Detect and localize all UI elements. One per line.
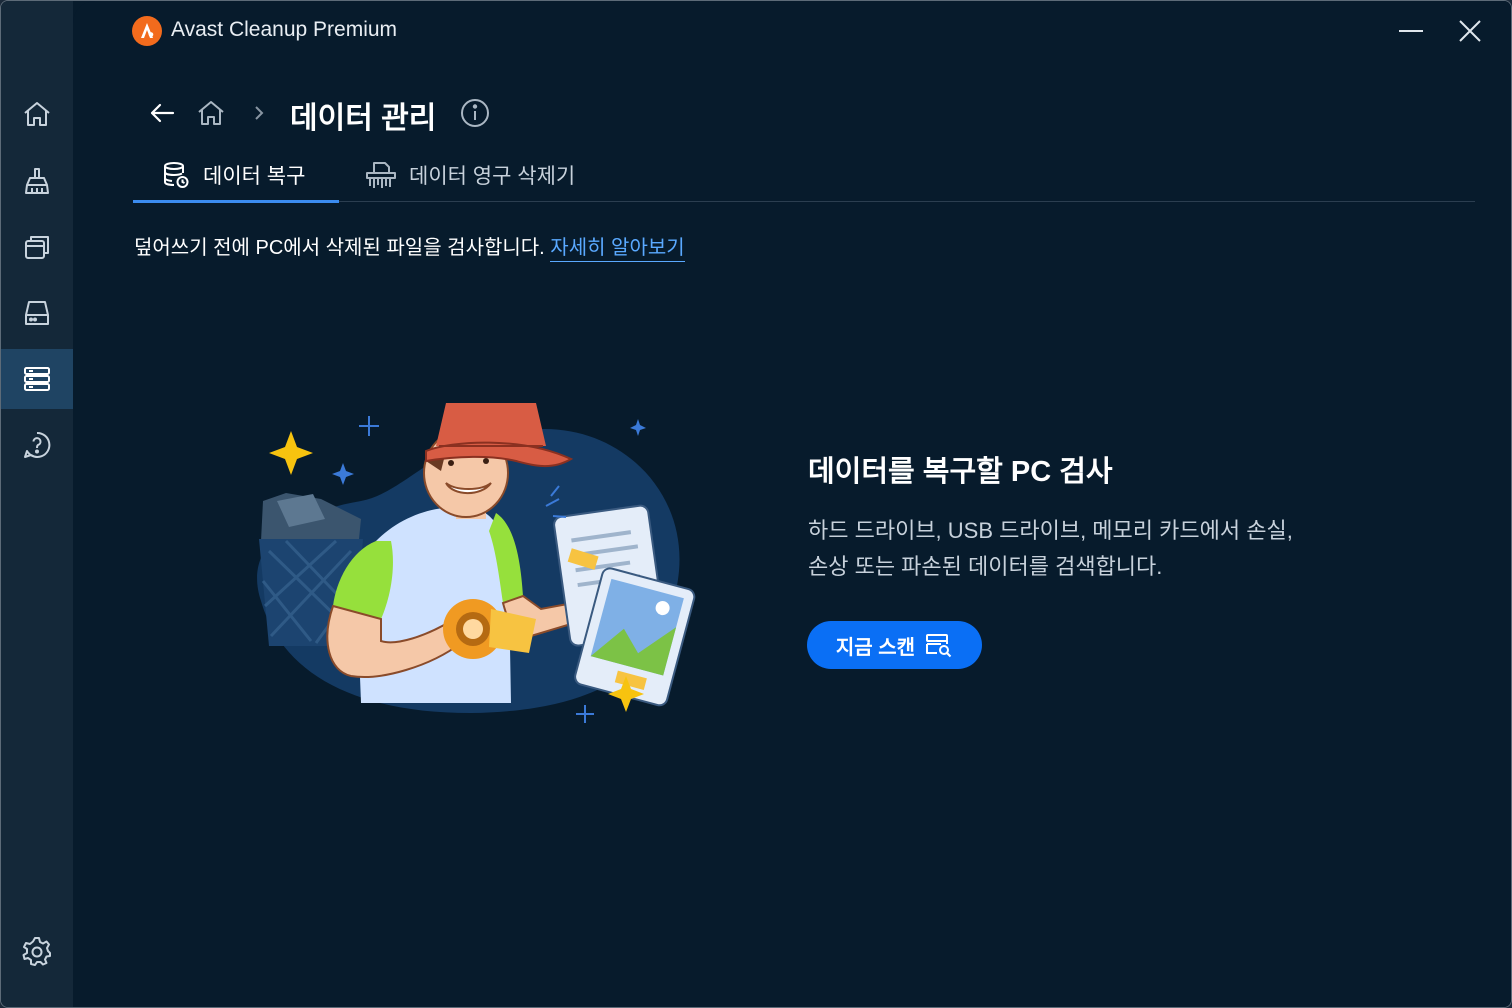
windows-stack-icon xyxy=(25,236,49,259)
description: 덮어쓰기 전에 PC에서 삭제된 파일을 검사합니다. 자세히 알아보기 xyxy=(134,231,685,262)
scan-now-label: 지금 스캔 xyxy=(835,636,916,659)
headline: 데이터를 복구할 PC 검사 xyxy=(808,456,1113,488)
chevron-right-icon xyxy=(255,106,264,120)
info-icon xyxy=(461,99,489,127)
sidebar-item-data-management[interactable] xyxy=(1,349,73,409)
shredder-icon xyxy=(366,162,396,188)
tab-data-shredder[interactable]: 데이터 영구 삭제기 xyxy=(365,147,575,203)
broom-icon xyxy=(25,168,49,194)
home-icon xyxy=(198,101,224,125)
breadcrumb-separator xyxy=(251,93,267,133)
body-text: 하드 드라이브, USB 드라이브, 메모리 카드에서 손실, 손상 또는 파손… xyxy=(808,513,1408,585)
description-text: 덮어쓰기 전에 PC에서 삭제된 파일을 검사합니다. xyxy=(134,237,545,259)
tab-data-recovery[interactable]: 데이터 복구 xyxy=(161,147,305,203)
page-title: 데이터 관리 xyxy=(290,102,437,135)
data-recovery-illustration xyxy=(257,403,696,723)
breadcrumb-home[interactable] xyxy=(195,93,227,133)
tab-label: 데이터 영구 삭제기 xyxy=(409,165,576,188)
learn-more-link[interactable]: 자세히 알아보기 xyxy=(550,237,685,262)
sidebar-item-drive[interactable] xyxy=(1,283,73,343)
sidebar-item-cleanup[interactable] xyxy=(1,151,73,211)
help-icon xyxy=(24,431,51,458)
info-button[interactable] xyxy=(459,93,491,133)
sidebar-item-programs[interactable] xyxy=(1,217,73,277)
scan-icon xyxy=(926,634,952,658)
minimize-icon xyxy=(1399,30,1423,32)
close-icon xyxy=(1459,20,1481,42)
arrow-left-icon xyxy=(150,103,175,123)
database-restore-icon xyxy=(164,162,189,188)
body-line-2: 손상 또는 파손된 데이터를 검색합니다. xyxy=(808,554,1163,579)
app-title: Avast Cleanup Premium xyxy=(171,18,398,41)
active-tab-indicator xyxy=(133,200,339,203)
drive-icon xyxy=(25,301,49,325)
gear-icon xyxy=(22,937,51,966)
sidebar-item-help[interactable] xyxy=(1,415,73,475)
avast-logo-icon xyxy=(132,16,162,46)
app-window: Avast Cleanup Premium 데이터 관리 데이터 복구 데이터 … xyxy=(0,0,1512,1008)
sidebar xyxy=(1,1,73,1007)
body-line-1: 하드 드라이브, USB 드라이브, 메모리 카드에서 손실, xyxy=(808,518,1293,543)
data-management-icon xyxy=(24,367,50,391)
minimize-button[interactable] xyxy=(1395,15,1427,47)
sidebar-item-home[interactable] xyxy=(1,84,73,144)
tab-label: 데이터 복구 xyxy=(203,165,306,188)
sidebar-item-settings[interactable] xyxy=(1,921,73,981)
back-button[interactable] xyxy=(147,93,177,133)
home-icon xyxy=(24,102,50,126)
close-button[interactable] xyxy=(1454,15,1486,47)
scan-now-button[interactable]: 지금 스캔 xyxy=(807,621,982,669)
